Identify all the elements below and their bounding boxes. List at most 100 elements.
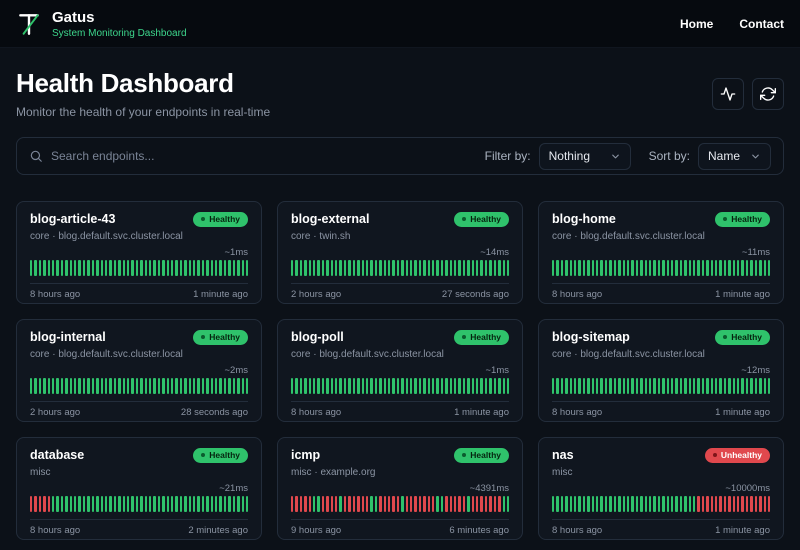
status-bar[interactable] <box>291 259 294 276</box>
status-bar[interactable] <box>78 377 81 394</box>
status-bar[interactable] <box>476 377 479 394</box>
status-bar[interactable] <box>432 495 435 512</box>
status-bar[interactable] <box>313 495 316 512</box>
refresh-button[interactable] <box>752 77 784 110</box>
sort-select[interactable]: Name <box>697 142 771 170</box>
status-bar[interactable] <box>626 495 630 512</box>
status-bar[interactable] <box>697 377 700 394</box>
status-bar[interactable] <box>87 259 90 276</box>
status-bar[interactable] <box>710 495 714 512</box>
status-bar[interactable] <box>30 259 33 276</box>
status-bar[interactable] <box>471 259 475 276</box>
status-bar[interactable] <box>343 377 347 394</box>
endpoint-card[interactable]: blog-internal Healthy core · blog.defaul… <box>16 319 262 422</box>
status-bar[interactable] <box>587 495 590 512</box>
status-bar[interactable] <box>69 259 73 276</box>
status-bar[interactable] <box>370 259 373 276</box>
status-bar[interactable] <box>741 377 744 394</box>
status-bar[interactable] <box>596 377 599 394</box>
status-bar[interactable] <box>666 377 669 394</box>
status-bar[interactable] <box>193 259 196 276</box>
status-bar[interactable] <box>471 495 475 512</box>
status-bar[interactable] <box>688 259 691 276</box>
status-bar[interactable] <box>109 377 112 394</box>
status-bar[interactable] <box>684 495 687 512</box>
status-bar[interactable] <box>374 495 378 512</box>
status-bar[interactable] <box>30 377 33 394</box>
status-bar[interactable] <box>657 259 661 276</box>
status-bar[interactable] <box>74 377 77 394</box>
status-bar[interactable] <box>339 377 342 394</box>
status-bar[interactable] <box>591 495 595 512</box>
status-bar[interactable] <box>126 495 130 512</box>
status-bar[interactable] <box>304 377 307 394</box>
status-bar[interactable] <box>693 377 696 394</box>
status-bar[interactable] <box>387 495 391 512</box>
status-bar[interactable] <box>569 377 573 394</box>
status-bar[interactable] <box>241 377 244 394</box>
filter-select[interactable]: Nothing <box>538 142 631 170</box>
status-bar[interactable] <box>87 377 90 394</box>
status-bar[interactable] <box>618 495 621 512</box>
status-bar[interactable] <box>326 495 329 512</box>
status-bar[interactable] <box>440 259 444 276</box>
status-bar[interactable] <box>613 495 617 512</box>
status-bar[interactable] <box>591 259 595 276</box>
status-bar[interactable] <box>449 377 453 394</box>
status-bar[interactable] <box>767 495 771 512</box>
status-bar[interactable] <box>640 495 643 512</box>
status-bar[interactable] <box>626 377 630 394</box>
status-bar[interactable] <box>184 377 187 394</box>
status-bar[interactable] <box>622 259 625 276</box>
status-bar[interactable] <box>574 495 577 512</box>
status-bar[interactable] <box>357 377 360 394</box>
status-bar[interactable] <box>69 377 73 394</box>
status-bar[interactable] <box>759 495 762 512</box>
status-bar[interactable] <box>193 377 196 394</box>
status-bar[interactable] <box>91 259 95 276</box>
status-bar[interactable] <box>684 259 687 276</box>
status-bar[interactable] <box>489 377 492 394</box>
status-bar[interactable] <box>684 377 687 394</box>
status-bar[interactable] <box>401 495 404 512</box>
status-bar[interactable] <box>339 495 342 512</box>
status-bar[interactable] <box>339 259 342 276</box>
status-bar[interactable] <box>197 377 200 394</box>
status-bar[interactable] <box>648 377 652 394</box>
status-bar[interactable] <box>148 495 152 512</box>
status-bar[interactable] <box>361 259 364 276</box>
status-bar[interactable] <box>78 495 81 512</box>
status-bar[interactable] <box>423 259 426 276</box>
status-bar[interactable] <box>484 259 488 276</box>
status-bar[interactable] <box>732 495 736 512</box>
status-bar[interactable] <box>179 495 183 512</box>
status-bar[interactable] <box>171 377 174 394</box>
status-bar[interactable] <box>418 377 422 394</box>
status-bar[interactable] <box>326 377 329 394</box>
status-bar[interactable] <box>52 495 55 512</box>
status-bar[interactable] <box>454 377 457 394</box>
activity-button[interactable] <box>712 77 744 110</box>
status-bar[interactable] <box>693 259 696 276</box>
status-bar[interactable] <box>326 259 329 276</box>
status-bar[interactable] <box>710 259 714 276</box>
status-bar[interactable] <box>565 259 568 276</box>
status-bar[interactable] <box>118 495 121 512</box>
status-bar[interactable] <box>604 259 608 276</box>
status-bar[interactable] <box>458 377 461 394</box>
status-bar[interactable] <box>91 377 95 394</box>
gatus-logo[interactable] <box>16 11 42 37</box>
status-bar[interactable] <box>445 377 448 394</box>
status-bar[interactable] <box>626 259 630 276</box>
status-bar[interactable] <box>715 377 718 394</box>
status-bar[interactable] <box>745 495 749 512</box>
status-bar[interactable] <box>560 259 564 276</box>
status-bar[interactable] <box>587 259 590 276</box>
uptime-bars[interactable] <box>552 259 771 276</box>
status-bar[interactable] <box>166 377 169 394</box>
status-bar[interactable] <box>60 377 64 394</box>
status-bar[interactable] <box>228 495 231 512</box>
status-bar[interactable] <box>405 377 408 394</box>
status-bar[interactable] <box>82 377 86 394</box>
endpoint-card[interactable]: blog-external Healthy core · twin.sh ~14… <box>277 201 523 304</box>
